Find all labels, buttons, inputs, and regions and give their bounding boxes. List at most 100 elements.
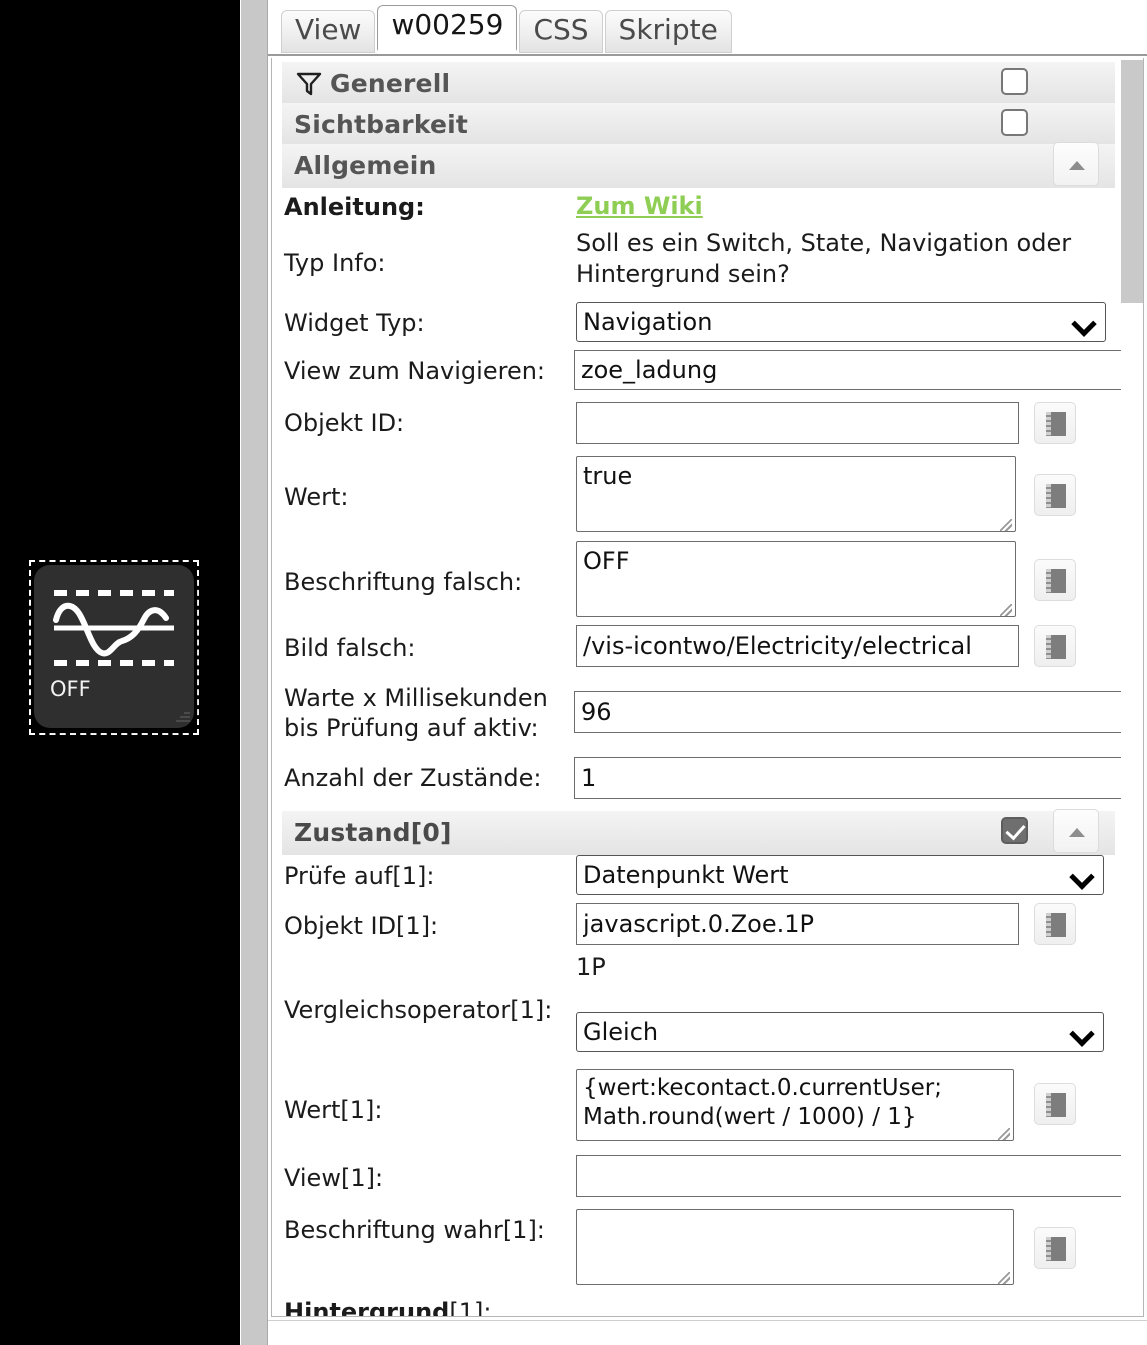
section-generell-checkbox[interactable]: [1001, 68, 1028, 95]
bild-falsch-field-wrap: [576, 625, 1019, 667]
label-objekt-id-1: Objekt ID[1]:: [284, 912, 439, 940]
section-generell-title: Generell: [330, 69, 451, 98]
widget-state-label: OFF: [50, 677, 91, 701]
wert-textarea-wrap: true: [576, 456, 1016, 536]
label-vergleichsoperator: Vergleichsoperator[1]:: [284, 996, 553, 1024]
label-bild-falsch: Bild falsch:: [284, 634, 416, 662]
notebook-select-icon: [1046, 1093, 1066, 1117]
notebook-select-icon: [1046, 412, 1066, 436]
section-allgemein-collapse-icon[interactable]: [1053, 142, 1099, 186]
row-objekt-id: Objekt ID:: [272, 398, 1115, 454]
panel-bottom-divider: [268, 1320, 1147, 1321]
row-anleitung: Anleitung: Zum Wiki: [272, 188, 1115, 228]
input-view-1[interactable]: [576, 1155, 1143, 1197]
widget-preview-tile[interactable]: OFF: [34, 565, 194, 728]
input-objekt-id[interactable]: [576, 402, 1019, 444]
bild-falsch-picker-button[interactable]: [1034, 625, 1076, 667]
section-zustand-0-collapse-icon[interactable]: [1053, 809, 1099, 853]
beschriftung-falsch-textarea-wrap: OFF: [576, 541, 1016, 621]
widget-selection-frame[interactable]: OFF: [29, 560, 199, 735]
input-view-navigieren[interactable]: [574, 350, 1143, 390]
section-zustand-0-title: Zustand[0]: [294, 818, 452, 847]
vertical-scrollbar-thumb[interactable]: [1121, 60, 1143, 303]
row-typ-info: Typ Info: Soll es ein Switch, State, Nav…: [272, 228, 1115, 302]
section-allgemein[interactable]: Allgemein: [282, 142, 1115, 188]
label-hintergrund-1-bold: Hintergrund: [284, 1298, 450, 1317]
label-view-1: View[1]:: [284, 1164, 384, 1192]
input-anzahl-zustaende[interactable]: [574, 757, 1143, 799]
label-hintergrund-1-index: [1]:: [449, 1298, 492, 1317]
notebook-select-icon: [1046, 569, 1066, 593]
section-sichtbarkeit-checkbox[interactable]: [1001, 109, 1028, 136]
row-beschriftung-falsch: Beschriftung falsch: OFF: [272, 539, 1115, 625]
label-typ-info: Typ Info:: [284, 249, 386, 277]
row-view-navigieren: View zum Navigieren:: [272, 350, 1143, 398]
row-wert-1: Wert[1]: {wert:kecontact.0.currentUser; …: [272, 1065, 1115, 1155]
section-sichtbarkeit[interactable]: Sichtbarkeit: [282, 103, 1115, 144]
row-view-1: View[1]:: [272, 1155, 1143, 1207]
wert-1-picker-button[interactable]: [1034, 1083, 1076, 1125]
view-1-field-wrap: [576, 1155, 1143, 1197]
label-anleitung: Anleitung:: [284, 193, 425, 221]
widget-typ-select-wrap: Navigation: [576, 302, 1106, 342]
row-objekt-id-1: Objekt ID[1]:: [272, 903, 1115, 951]
select-vergleichsoperator[interactable]: Gleich: [576, 1012, 1104, 1052]
vergleichsoperator-select-wrap: Gleich: [576, 1012, 1104, 1052]
label-hintergrund-1: Hintergrund[1]:: [284, 1297, 576, 1317]
section-zustand-0[interactable]: Zustand[0]: [282, 809, 1115, 855]
objekt-id-picker-button[interactable]: [1034, 402, 1076, 444]
view-navigieren-field-wrap: [574, 350, 1143, 390]
textarea-wert-1[interactable]: {wert:kecontact.0.currentUser; Math.roun…: [576, 1069, 1014, 1141]
input-objekt-id-1[interactable]: [576, 903, 1019, 945]
row-warte-ms: Warte x Millisekunden bis Prüfung auf ak…: [272, 677, 1143, 757]
notebook-select-icon: [1046, 1237, 1066, 1261]
wert-1-textarea-wrap: {wert:kecontact.0.currentUser; Math.roun…: [576, 1069, 1014, 1145]
textarea-beschriftung-falsch[interactable]: OFF: [576, 541, 1016, 617]
tab-w00259[interactable]: w00259: [377, 5, 518, 51]
link-zum-wiki[interactable]: Zum Wiki: [576, 192, 703, 220]
row-beschriftung-wahr-1: Beschriftung wahr[1]:: [272, 1207, 1115, 1295]
textarea-wert[interactable]: true: [576, 456, 1016, 532]
label-anzahl-zustaende: Anzahl der Zustände:: [284, 764, 542, 792]
row-vergleichsoperator: Vergleichsoperator[1]: Gleich: [272, 995, 1115, 1065]
label-objekt-id: Objekt ID:: [284, 409, 405, 437]
select-pruefe-auf[interactable]: Datenpunkt Wert: [576, 855, 1104, 895]
beschriftung-falsch-picker-button[interactable]: [1034, 559, 1076, 601]
warte-ms-field-wrap: [574, 691, 1143, 733]
beschriftung-wahr-1-textarea-wrap: [576, 1209, 1014, 1289]
input-warte-ms[interactable]: [574, 691, 1143, 733]
attribute-list: Generell Sichtbarkeit Allgemein Anleitun…: [272, 58, 1143, 1317]
text-typ-info: Soll es ein Switch, State, Navigation od…: [576, 229, 1072, 289]
beschriftung-wahr-1-picker-button[interactable]: [1034, 1227, 1076, 1269]
row-widget-typ: Widget Typ: Navigation: [272, 302, 1115, 350]
panel-splitter[interactable]: [240, 0, 268, 1345]
tab-skripte[interactable]: Skripte: [604, 10, 732, 53]
wert-picker-button[interactable]: [1034, 474, 1076, 516]
vertical-scrollbar[interactable]: [1121, 58, 1143, 1313]
label-pruefe-auf: Prüfe auf[1]:: [284, 862, 435, 890]
label-wert: Wert:: [284, 483, 349, 511]
pruefe-auf-select-wrap: Datenpunkt Wert: [576, 855, 1104, 895]
label-beschriftung-falsch: Beschriftung falsch:: [284, 568, 523, 596]
input-bild-falsch[interactable]: [576, 625, 1019, 667]
editor-canvas[interactable]: OFF: [0, 0, 240, 1345]
textarea-beschriftung-wahr-1[interactable]: [576, 1209, 1014, 1285]
objekt-id-1-picker-button[interactable]: [1034, 903, 1076, 945]
row-pruefe-auf: Prüfe auf[1]: Datenpunkt Wert: [272, 855, 1115, 903]
tab-view[interactable]: View: [281, 10, 376, 53]
section-zustand-0-checkbox[interactable]: [1001, 817, 1028, 844]
tab-css[interactable]: CSS: [519, 10, 603, 53]
tab-bar: View w00259 CSS Skripte: [268, 0, 1147, 56]
widget-resize-grip[interactable]: [174, 708, 190, 724]
text-objekt-id-1-hint: 1P: [576, 953, 606, 981]
row-objekt-id-1-hint: 1P: [272, 951, 1115, 995]
objekt-id-1-field-wrap: [576, 903, 1019, 945]
section-generell[interactable]: Generell: [282, 62, 1115, 103]
notebook-select-icon: [1046, 635, 1066, 659]
label-widget-typ: Widget Typ:: [284, 309, 425, 337]
row-anzahl-zustaende: Anzahl der Zustände:: [272, 757, 1143, 807]
select-widget-typ[interactable]: Navigation: [576, 302, 1106, 342]
label-beschriftung-wahr-1: Beschriftung wahr[1]:: [284, 1216, 545, 1244]
section-sichtbarkeit-title: Sichtbarkeit: [294, 110, 469, 139]
notebook-select-icon: [1046, 913, 1066, 937]
